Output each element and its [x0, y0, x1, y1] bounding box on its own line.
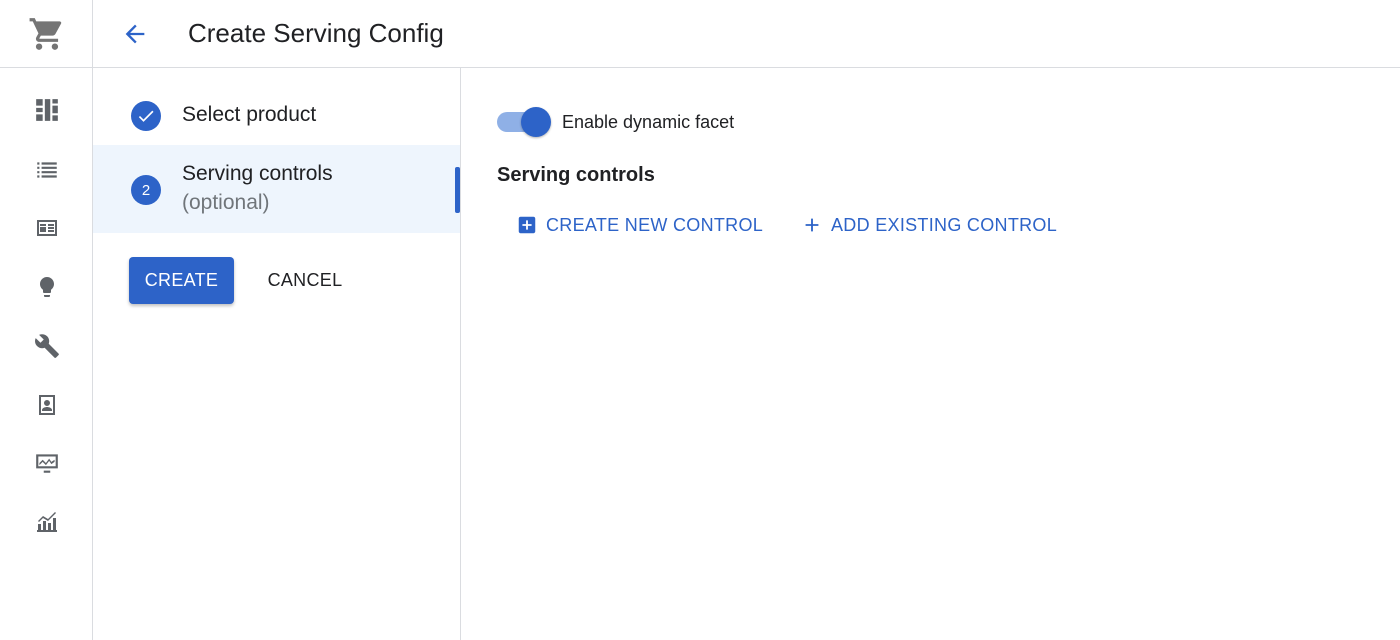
nav-contacts[interactable]: [0, 385, 93, 425]
step-label: Serving controls: [182, 162, 333, 185]
list-icon: [36, 162, 57, 178]
step-complete-badge: [131, 101, 161, 131]
cancel-button[interactable]: CANCEL: [255, 257, 355, 304]
dashboard-icon: [35, 99, 58, 121]
add-box-icon: [516, 214, 538, 236]
dynamic-facet-toggle[interactable]: [497, 106, 551, 138]
top-bar: Create Serving Config: [93, 0, 1400, 68]
step-serving-controls[interactable]: 2 Serving controls (optional): [93, 145, 460, 233]
app-logo[interactable]: [0, 0, 93, 68]
nav-catalog[interactable]: [0, 208, 93, 248]
contacts-icon: [38, 395, 55, 415]
nav-tools[interactable]: [0, 326, 93, 366]
wrench-icon: [34, 334, 59, 358]
catalog-icon: [36, 220, 57, 236]
arrow-back-icon: [125, 24, 145, 44]
nav-dashboard[interactable]: [0, 90, 93, 130]
active-step-indicator: [455, 167, 460, 213]
analytics-icon: [36, 512, 57, 532]
add-existing-control-button[interactable]: ADD EXISTING CONTROL: [801, 208, 1057, 242]
nav-list[interactable]: [0, 150, 93, 190]
stepper-panel: Select product 2 Serving controls (optio…: [93, 68, 461, 640]
cart-icon: [29, 17, 61, 50]
nav-monitoring[interactable]: [0, 443, 93, 483]
nav-analytics[interactable]: [0, 502, 93, 542]
dynamic-facet-label: Enable dynamic facet: [562, 112, 735, 132]
check-icon: [138, 110, 154, 122]
create-new-control-label: CREATE NEW CONTROL: [546, 214, 764, 235]
page-title: Create Serving Config: [188, 18, 444, 48]
toggle-thumb: [521, 107, 551, 137]
section-title: Serving controls: [497, 164, 655, 186]
step-label: Select product: [182, 103, 317, 126]
main-content: Enable dynamic facet Serving controls CR…: [461, 68, 1400, 640]
create-button[interactable]: CREATE: [129, 257, 234, 304]
nav-insights[interactable]: [0, 267, 93, 307]
nav-rail: [0, 0, 93, 640]
plus-icon: [801, 214, 823, 236]
add-existing-control-label: ADD EXISTING CONTROL: [831, 214, 1058, 235]
back-button[interactable]: [113, 14, 157, 54]
lightbulb-icon: [39, 277, 54, 297]
step-number-badge: 2: [131, 175, 161, 205]
step-sublabel: (optional): [182, 191, 270, 214]
step-select-product[interactable]: Select product: [93, 88, 460, 144]
create-new-control-button[interactable]: CREATE NEW CONTROL: [516, 208, 763, 242]
monitor-icon: [35, 454, 58, 473]
